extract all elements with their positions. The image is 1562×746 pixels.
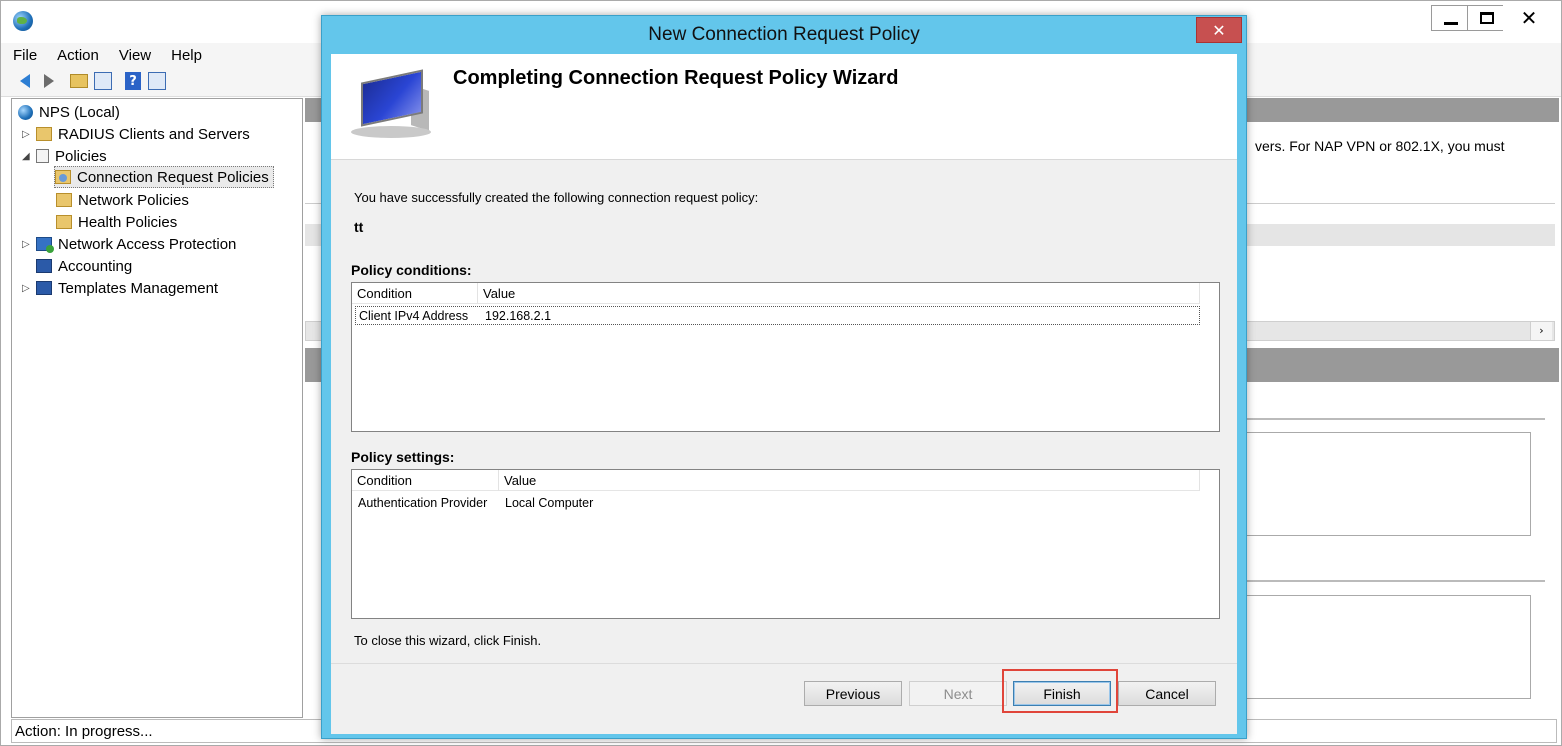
menu-view[interactable]: View xyxy=(111,47,159,64)
up-folder-icon xyxy=(70,74,88,88)
column-header-value[interactable]: Value xyxy=(499,470,1200,491)
tree-item-label: Health Policies xyxy=(78,213,178,231)
expand-arrow-icon[interactable]: ▷ xyxy=(22,239,32,250)
monitor-icon xyxy=(36,281,52,295)
column-header-value[interactable]: Value xyxy=(478,283,1200,304)
menu-action[interactable]: Action xyxy=(49,47,107,64)
settings-preview-box xyxy=(1245,595,1531,699)
collapse-arrow-icon[interactable]: ◢ xyxy=(22,151,32,162)
list-header: Condition Value xyxy=(352,283,1200,304)
shield-icon xyxy=(36,237,54,253)
forward-button[interactable] xyxy=(39,71,59,91)
tree-item-label: Connection Request Policies xyxy=(77,168,269,186)
tree-item-connection-request-policies[interactable]: Connection Request Policies xyxy=(54,166,274,188)
tree-item-label: RADIUS Clients and Servers xyxy=(58,125,250,143)
console-tree: NPS (Local) ▷ RADIUS Clients and Servers… xyxy=(11,98,303,718)
expand-arrow-icon[interactable]: ▷ xyxy=(22,129,32,140)
close-icon: ✕ xyxy=(1520,6,1538,30)
back-icon xyxy=(20,74,30,88)
column-header-condition[interactable]: Condition xyxy=(352,283,478,304)
close-instruction: To close this wizard, click Finish. xyxy=(354,633,542,648)
policy-settings-label: Policy settings: xyxy=(351,449,455,465)
minimize-icon xyxy=(1444,21,1458,25)
maximize-icon xyxy=(1480,12,1494,24)
next-button[interactable]: Next xyxy=(909,681,1007,706)
console-close-button[interactable]: ✕ xyxy=(1503,5,1555,31)
footer-divider xyxy=(331,663,1237,664)
properties-button[interactable] xyxy=(147,71,167,91)
nps-globe-icon xyxy=(13,11,33,31)
tree-item-health-policies[interactable]: Health Policies xyxy=(56,211,177,233)
table-row[interactable]: Authentication Provider Local Computer xyxy=(355,493,1200,512)
finish-highlight-box xyxy=(1002,669,1118,713)
scroll-right-icon[interactable]: › xyxy=(1530,322,1552,340)
monitor-icon xyxy=(36,259,52,273)
dialog-title: New Connection Request Policy xyxy=(648,24,920,45)
wizard-header: Completing Connection Request Policy Wiz… xyxy=(331,54,1237,160)
tree-item-label: Network Access Protection xyxy=(58,235,237,253)
status-text: Action: In progress... xyxy=(15,722,153,740)
properties-icon xyxy=(148,72,166,90)
dialog-body: Completing Connection Request Policy Wiz… xyxy=(331,54,1237,734)
tree-item-label: Policies xyxy=(55,147,107,165)
policy-conditions-label: Policy conditions: xyxy=(351,262,472,278)
tree-item-label: NPS (Local) xyxy=(39,103,120,121)
cancel-button[interactable]: Cancel xyxy=(1118,681,1216,706)
show-tree-button[interactable] xyxy=(93,71,113,91)
table-row[interactable]: Client IPv4 Address 192.168.2.1 xyxy=(355,306,1200,325)
globe-icon xyxy=(18,104,33,120)
folder-icon xyxy=(56,193,72,207)
column-header-condition[interactable]: Condition xyxy=(352,470,499,491)
help-icon: ? xyxy=(125,72,141,90)
help-button[interactable]: ? xyxy=(123,71,143,91)
computer-monitor-icon xyxy=(351,69,433,138)
policy-conditions-list[interactable]: Condition Value Client IPv4 Address 192.… xyxy=(351,282,1220,432)
divider xyxy=(1245,418,1545,420)
value-cell: 192.168.2.1 xyxy=(485,308,552,323)
tree-item-accounting[interactable]: Accounting xyxy=(36,255,132,277)
condition-cell: Client IPv4 Address xyxy=(359,308,469,323)
up-folder-button[interactable] xyxy=(69,71,89,91)
expand-arrow-icon[interactable]: ▷ xyxy=(22,283,32,294)
document-icon xyxy=(36,149,49,163)
show-tree-icon xyxy=(94,72,112,90)
conditions-preview-box xyxy=(1245,432,1531,536)
previous-button[interactable]: Previous xyxy=(804,681,902,706)
wizard-heading: Completing Connection Request Policy Wiz… xyxy=(453,67,899,89)
menu-file[interactable]: File xyxy=(5,47,45,64)
success-message: You have successfully created the follow… xyxy=(354,190,759,205)
maximize-button[interactable] xyxy=(1467,5,1507,31)
list-header: Condition Value xyxy=(352,470,1200,491)
forward-icon xyxy=(44,74,54,88)
tree-item-label: Accounting xyxy=(58,257,133,275)
connection-policy-icon xyxy=(55,170,71,184)
tree-item-network-policies[interactable]: Network Policies xyxy=(56,189,189,211)
tree-item-templates-management[interactable]: ▷ Templates Management xyxy=(22,277,218,299)
new-connection-request-policy-dialog: New Connection Request Policy ✕ Completi… xyxy=(321,15,1247,739)
value-cell: Local Computer xyxy=(505,495,594,510)
tree-item-network-access-protection[interactable]: ▷ Network Access Protection xyxy=(22,233,236,255)
tree-item-policies[interactable]: ◢ Policies xyxy=(22,145,107,167)
close-icon: ✕ xyxy=(1212,20,1226,40)
minimize-button[interactable] xyxy=(1431,5,1471,31)
tree-item-radius-clients[interactable]: ▷ RADIUS Clients and Servers xyxy=(22,123,250,145)
tree-item-label: Templates Management xyxy=(58,279,219,297)
back-button[interactable] xyxy=(15,71,35,91)
policy-settings-list[interactable]: Condition Value Authentication Provider … xyxy=(351,469,1220,619)
divider xyxy=(1245,580,1545,582)
menu-help[interactable]: Help xyxy=(163,47,210,64)
condition-cell: Authentication Provider xyxy=(358,495,488,510)
tree-item-nps-local[interactable]: NPS (Local) xyxy=(18,101,120,123)
tree-item-label: Network Policies xyxy=(78,191,189,209)
details-description: vers. For NAP VPN or 802.1X, you must xyxy=(1255,138,1505,154)
dialog-close-button[interactable]: ✕ xyxy=(1196,17,1242,43)
folder-icon xyxy=(56,215,72,229)
policy-name: tt xyxy=(354,219,364,235)
folder-icon xyxy=(36,127,52,141)
